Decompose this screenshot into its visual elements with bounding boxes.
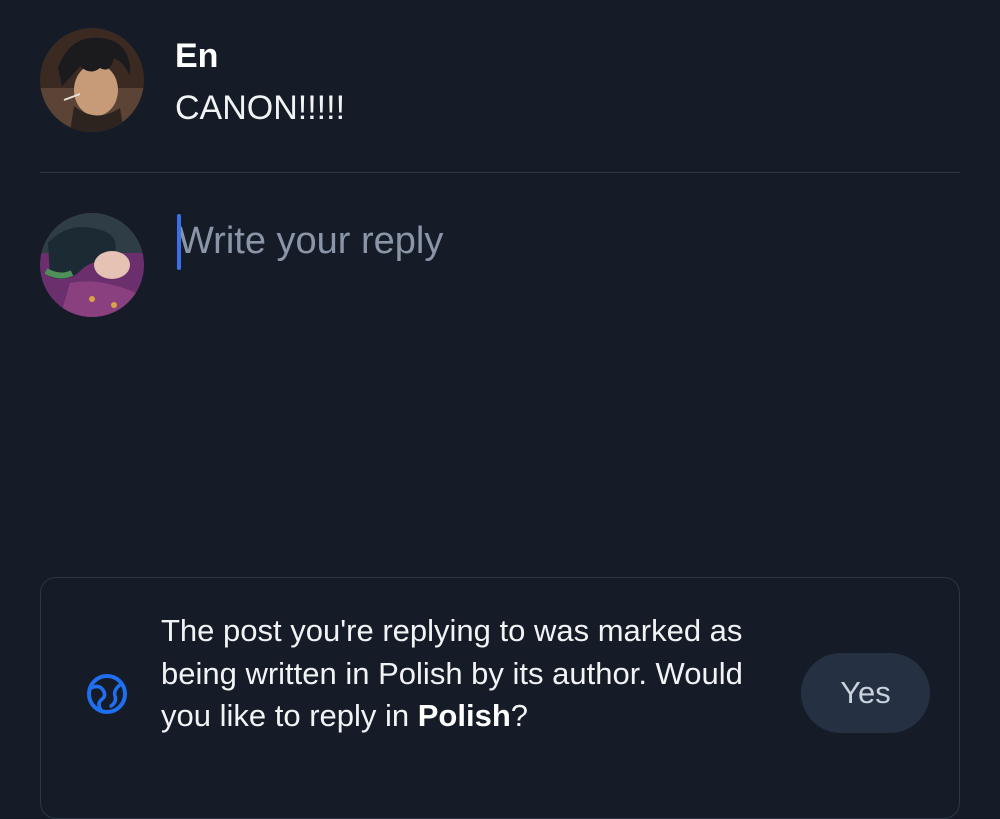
- language-suggestion-text: The post you're replying to was marked a…: [161, 610, 781, 738]
- post-text: CANON!!!!!: [175, 89, 346, 127]
- reply-composer: [40, 213, 960, 553]
- language-suggestion-banner: The post you're replying to was marked a…: [40, 577, 960, 819]
- text-caret: [177, 214, 181, 270]
- suggested-language: Polish: [417, 698, 511, 733]
- divider: [40, 172, 960, 173]
- author-avatar-image: [40, 28, 144, 132]
- author-name[interactable]: En: [175, 36, 218, 76]
- user-avatar: [40, 213, 144, 317]
- language-suggestion-punctuation: ?: [510, 698, 528, 733]
- user-avatar-image: [40, 213, 144, 317]
- yes-button[interactable]: Yes: [801, 653, 930, 733]
- reply-input[interactable]: [178, 213, 948, 493]
- parent-post: En CANON!!!!!: [40, 28, 960, 134]
- globe-icon: [87, 674, 127, 714]
- author-avatar[interactable]: [40, 28, 144, 132]
